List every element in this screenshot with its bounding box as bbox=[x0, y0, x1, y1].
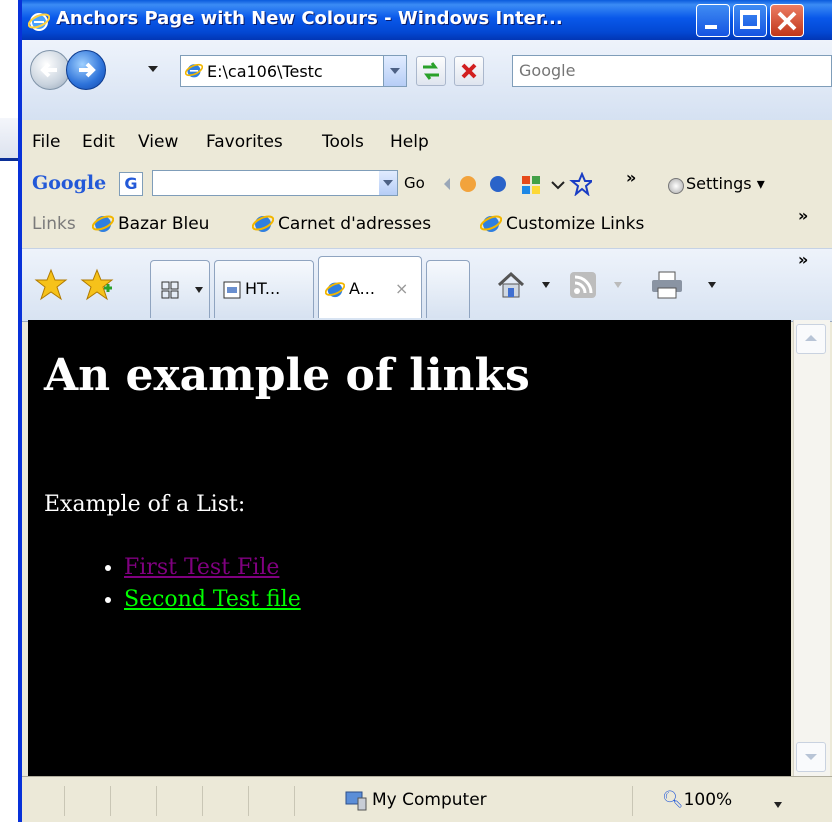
print-icon[interactable] bbox=[650, 270, 684, 300]
page-ie-icon bbox=[185, 63, 203, 78]
computer-icon bbox=[345, 791, 367, 811]
zoom-dropdown-icon[interactable] bbox=[774, 802, 782, 808]
settings-radio-icon bbox=[668, 178, 684, 194]
stop-button[interactable] bbox=[454, 56, 484, 86]
settings-label: Settings bbox=[686, 174, 752, 193]
close-tab-icon[interactable]: × bbox=[395, 279, 408, 298]
search-box[interactable] bbox=[512, 55, 832, 87]
tab-html[interactable]: HT... bbox=[214, 260, 314, 318]
forward-arrow-icon bbox=[79, 62, 96, 78]
links-list: First Test File Second Test file bbox=[80, 552, 301, 616]
minimize-icon bbox=[705, 25, 717, 29]
google-logo-text: Google bbox=[32, 172, 107, 194]
status-segment bbox=[64, 786, 111, 816]
ie-logo-icon bbox=[28, 13, 50, 31]
stop-icon bbox=[461, 63, 477, 79]
list-item: Second Test file bbox=[124, 584, 301, 616]
home-icon[interactable] bbox=[496, 270, 526, 300]
zoom-value: 100% bbox=[683, 790, 733, 810]
tab-label: HT... bbox=[245, 279, 281, 298]
tab-list-dropdown-icon[interactable] bbox=[195, 287, 203, 293]
zoom-icon: 🔍︎ bbox=[662, 790, 684, 810]
favorites-star-icon[interactable] bbox=[34, 268, 68, 302]
vertical-scrollbar[interactable] bbox=[793, 320, 830, 776]
links-overflow-icon[interactable]: » bbox=[798, 206, 808, 225]
back-button[interactable] bbox=[30, 50, 70, 90]
feeds-dropdown-icon[interactable] bbox=[614, 282, 622, 288]
close-icon bbox=[777, 11, 797, 31]
status-segment bbox=[632, 786, 635, 816]
forward-button[interactable] bbox=[66, 50, 106, 90]
link-customize-links[interactable]: Customize Links bbox=[506, 214, 644, 234]
toolbar-icons-group[interactable] bbox=[442, 172, 592, 196]
scroll-down-button[interactable] bbox=[796, 742, 826, 772]
zoom-level[interactable]: 🔍︎100% bbox=[662, 790, 732, 810]
refresh-button[interactable] bbox=[416, 56, 446, 86]
status-segment bbox=[156, 786, 203, 816]
menu-file[interactable]: File bbox=[32, 132, 60, 152]
maximize-button[interactable] bbox=[733, 4, 767, 37]
google-toolbar-overflow-icon[interactable]: » bbox=[626, 168, 636, 187]
second-test-file-link[interactable]: Second Test file bbox=[124, 587, 301, 612]
command-bar-overflow-icon[interactable]: » bbox=[798, 250, 808, 269]
search-input[interactable] bbox=[513, 56, 799, 84]
page-heading: An example of links bbox=[44, 350, 530, 401]
add-favorite-icon[interactable] bbox=[80, 268, 114, 302]
address-dropdown-button[interactable] bbox=[383, 56, 406, 86]
google-logo: Google bbox=[32, 172, 106, 194]
tab-anchors-active[interactable]: A... × bbox=[318, 256, 422, 318]
google-search-dropdown[interactable] bbox=[379, 171, 397, 195]
menu-edit[interactable]: Edit bbox=[82, 132, 115, 152]
minimize-button[interactable] bbox=[696, 4, 730, 37]
close-button[interactable] bbox=[770, 4, 804, 37]
address-bar[interactable]: E:\ca106\Testc bbox=[180, 55, 407, 87]
scroll-up-button[interactable] bbox=[796, 324, 826, 354]
tab-ie-icon bbox=[325, 282, 345, 298]
link-ie-icon bbox=[92, 215, 114, 232]
link-bazar-bleu[interactable]: Bazar Bleu bbox=[118, 214, 209, 234]
new-tab-button[interactable] bbox=[426, 260, 470, 318]
tab-label: A... bbox=[349, 279, 375, 298]
status-segment bbox=[202, 786, 249, 816]
links-label: Links bbox=[32, 214, 76, 234]
menu-favorites[interactable]: Favorites bbox=[206, 132, 283, 152]
list-intro: Example of a List: bbox=[44, 492, 246, 517]
maximize-icon bbox=[740, 10, 760, 29]
home-dropdown-icon[interactable] bbox=[542, 282, 550, 288]
status-segment bbox=[294, 786, 341, 816]
browser-window: Anchors Page with New Colours - Windows … bbox=[18, 0, 832, 822]
feeds-icon[interactable] bbox=[568, 270, 598, 300]
title-bar[interactable]: Anchors Page with New Colours - Windows … bbox=[22, 0, 832, 40]
window-title: Anchors Page with New Colours - Windows … bbox=[56, 8, 563, 29]
settings-menu-button[interactable]: Settings ▾ bbox=[686, 174, 765, 193]
list-item: First Test File bbox=[124, 552, 301, 584]
menu-help[interactable]: Help bbox=[390, 132, 429, 152]
link-ie-icon bbox=[252, 215, 274, 232]
google-search-field[interactable] bbox=[152, 170, 398, 196]
status-segment bbox=[110, 786, 157, 816]
security-zone: My Computer bbox=[372, 790, 487, 810]
menu-view[interactable]: View bbox=[138, 132, 178, 152]
first-test-file-link[interactable]: First Test File bbox=[124, 555, 279, 580]
google-go-button[interactable]: Go bbox=[404, 174, 425, 192]
status-segment bbox=[248, 786, 295, 816]
refresh-icon bbox=[423, 62, 439, 80]
recent-pages-dropdown[interactable] bbox=[148, 66, 158, 72]
google-menu-button[interactable]: G bbox=[119, 172, 143, 196]
html-page-icon bbox=[223, 281, 241, 299]
link-ie-icon bbox=[480, 215, 502, 232]
quick-tabs-icon bbox=[161, 281, 179, 299]
print-dropdown-icon[interactable] bbox=[708, 282, 716, 288]
page-content: An example of links Example of a List: F… bbox=[28, 320, 791, 776]
quick-tabs-button[interactable] bbox=[150, 260, 210, 318]
back-arrow-icon bbox=[40, 62, 57, 78]
link-carnet-dadresses[interactable]: Carnet d'adresses bbox=[278, 214, 431, 234]
menu-tools[interactable]: Tools bbox=[322, 132, 364, 152]
address-value: E:\ca106\Testc bbox=[207, 62, 323, 81]
